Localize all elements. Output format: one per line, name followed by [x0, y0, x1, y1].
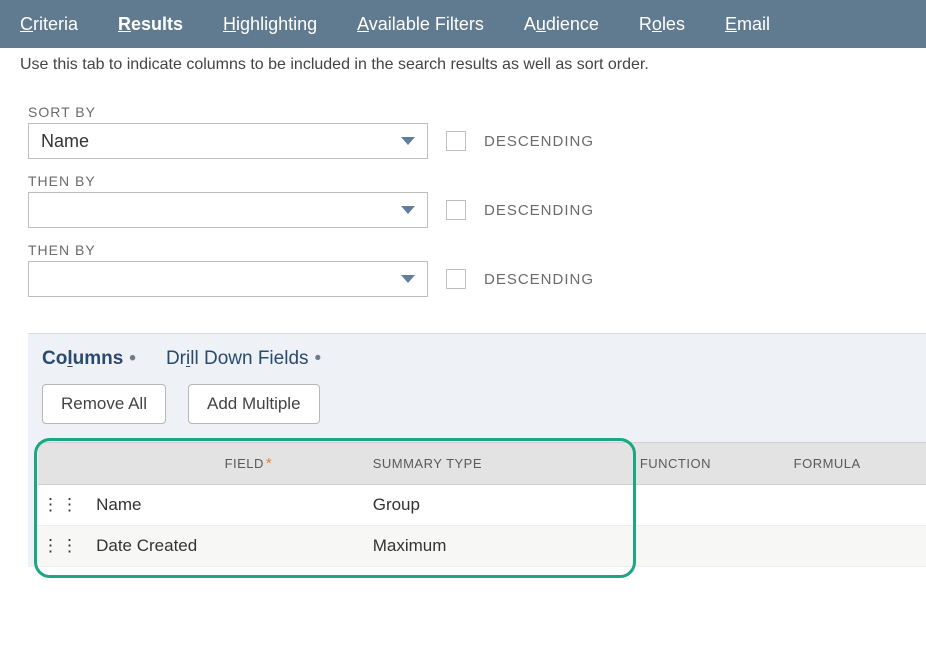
descending-label-1: DESCENDING	[484, 133, 594, 150]
sort-section: SORT BY Name DESCENDING THEN BY DESCENDI…	[0, 104, 926, 309]
columns-table: FIELD* SUMMARY TYPE FUNCTION FORMULA ⋮⋮ …	[38, 442, 926, 567]
add-multiple-button[interactable]: Add Multiple	[188, 384, 320, 424]
descending-label-2: DESCENDING	[484, 202, 594, 219]
th-formula: FORMULA	[786, 443, 926, 485]
cell-function[interactable]	[565, 526, 785, 567]
cell-field[interactable]: Name	[84, 485, 365, 526]
subtab-columns[interactable]: Columns•	[42, 348, 136, 370]
dropdown-caret-icon	[401, 206, 415, 214]
tab-audience[interactable]: Audience	[524, 14, 599, 35]
tab-criteria[interactable]: Criteria	[20, 14, 78, 35]
main-tabbar: Criteria Results Highlighting Available …	[0, 0, 926, 48]
remove-all-button[interactable]: Remove All	[42, 384, 166, 424]
cell-function[interactable]	[565, 485, 785, 526]
descending-label-3: DESCENDING	[484, 271, 594, 288]
sort-by-value: Name	[41, 131, 89, 152]
subtab-drill-down[interactable]: Drill Down Fields•	[166, 348, 321, 370]
then-by-select-2[interactable]	[28, 261, 428, 297]
drag-handle-icon[interactable]: ⋮⋮	[38, 485, 84, 526]
required-dot-icon: •	[315, 348, 322, 370]
required-asterisk-icon: *	[266, 455, 272, 472]
tab-email[interactable]: Email	[725, 14, 770, 35]
then-by-2-descending-checkbox[interactable]	[446, 269, 466, 289]
cell-field[interactable]: Date Created	[84, 526, 365, 567]
cell-formula[interactable]	[786, 485, 926, 526]
subtabbar: Columns• Drill Down Fields•	[28, 334, 926, 380]
cell-summary-type[interactable]: Maximum	[365, 526, 565, 567]
th-function: FUNCTION	[565, 443, 785, 485]
cell-summary-type[interactable]: Group	[365, 485, 565, 526]
then-by-select-1[interactable]	[28, 192, 428, 228]
tab-description: Use this tab to indicate columns to be i…	[0, 48, 926, 90]
cell-formula[interactable]	[786, 526, 926, 567]
sort-by-descending-checkbox[interactable]	[446, 131, 466, 151]
table-row[interactable]: ⋮⋮ Name Group	[38, 485, 926, 526]
sort-by-label: SORT BY	[28, 104, 898, 120]
dropdown-caret-icon	[401, 137, 415, 145]
drag-handle-icon[interactable]: ⋮⋮	[38, 526, 84, 567]
tab-available-filters[interactable]: Available Filters	[357, 14, 484, 35]
th-summary-type: SUMMARY TYPE	[365, 443, 565, 485]
tab-roles[interactable]: Roles	[639, 14, 685, 35]
columns-button-row: Remove All Add Multiple	[28, 380, 926, 442]
tab-results[interactable]: Results	[118, 14, 183, 35]
table-row[interactable]: ⋮⋮ Date Created Maximum	[38, 526, 926, 567]
required-dot-icon: •	[129, 348, 136, 370]
sort-by-select[interactable]: Name	[28, 123, 428, 159]
then-by-label-1: THEN BY	[28, 173, 898, 189]
then-by-1-descending-checkbox[interactable]	[446, 200, 466, 220]
th-field: FIELD*	[84, 443, 365, 485]
dropdown-caret-icon	[401, 275, 415, 283]
columns-panel: Columns• Drill Down Fields• Remove All A…	[28, 333, 926, 567]
tab-highlighting[interactable]: Highlighting	[223, 14, 317, 35]
then-by-label-2: THEN BY	[28, 242, 898, 258]
